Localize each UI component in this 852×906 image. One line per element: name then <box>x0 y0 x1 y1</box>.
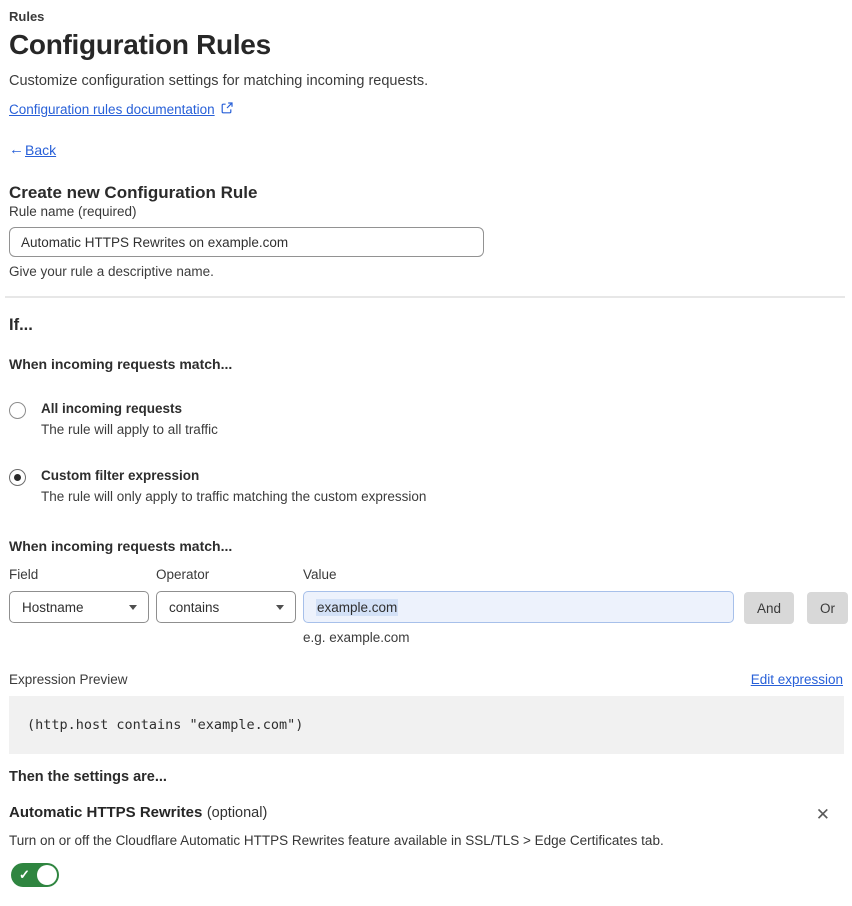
section-divider <box>5 296 845 298</box>
chevron-down-icon <box>129 604 137 610</box>
expression-builder-row: Field Hostname Operator contains Value e… <box>9 567 849 645</box>
field-select-value: Hostname <box>22 599 84 615</box>
breadcrumb: Rules <box>9 9 45 24</box>
radio-option-description: The rule will apply to all traffic <box>41 422 218 437</box>
documentation-link[interactable]: Configuration rules documentation <box>9 102 215 117</box>
toggle-knob <box>37 865 57 885</box>
rule-name-input[interactable] <box>9 227 484 257</box>
chevron-down-icon <box>276 604 284 610</box>
and-button[interactable]: And <box>744 592 795 624</box>
create-rule-heading: Create new Configuration Rule <box>9 183 258 202</box>
value-input[interactable]: example.com <box>303 591 734 623</box>
rule-name-help: Give your rule a descriptive name. <box>9 264 214 279</box>
rule-name-label: Rule name (required) <box>9 204 137 219</box>
radio-unselected-icon[interactable] <box>9 402 26 419</box>
then-settings-heading: Then the settings are... <box>9 769 167 785</box>
back-arrow-icon: ← <box>9 141 24 158</box>
radio-option-label: All incoming requests <box>41 401 183 416</box>
value-help: e.g. example.com <box>303 630 410 645</box>
or-button[interactable]: Or <box>807 592 849 624</box>
radio-option-label: Custom filter expression <box>41 468 200 483</box>
setting-name: Automatic HTTPS Rewrites <box>9 804 203 821</box>
radio-option-custom-filter-expression[interactable]: Custom filter expression The rule will o… <box>9 468 843 504</box>
expression-preview-code: (http.host contains "example.com") <box>9 696 844 754</box>
check-icon: ✓ <box>19 867 30 882</box>
radio-option-all-incoming-requests[interactable]: All incoming requests The rule will appl… <box>9 401 843 437</box>
operator-select-value: contains <box>169 599 220 615</box>
if-heading: If... <box>9 316 33 334</box>
automatic-https-rewrites-toggle[interactable]: ✓ <box>11 863 59 887</box>
radio-option-description: The rule will only apply to traffic matc… <box>41 489 427 504</box>
builder-heading: When incoming requests match... <box>9 538 233 554</box>
external-link-icon <box>221 102 233 117</box>
page-title: Configuration Rules <box>9 29 271 60</box>
page-subtitle: Customize configuration settings for mat… <box>9 73 429 89</box>
edit-expression-link[interactable]: Edit expression <box>751 672 843 687</box>
setting-optional-tag: (optional) <box>206 805 268 821</box>
close-icon[interactable]: ✕ <box>816 806 830 823</box>
operator-label: Operator <box>156 567 210 582</box>
operator-select[interactable]: contains <box>156 591 296 623</box>
expression-preview-label: Expression Preview <box>9 672 128 687</box>
back-link[interactable]: Back <box>25 142 56 158</box>
value-label: Value <box>303 567 337 582</box>
match-heading: When incoming requests match... <box>9 356 233 372</box>
setting-description: Turn on or off the Cloudflare Automatic … <box>9 833 664 848</box>
value-input-text: example.com <box>316 598 399 616</box>
field-select[interactable]: Hostname <box>9 591 149 623</box>
configuration-rules-page: Rules Configuration Rules Customize conf… <box>0 0 852 887</box>
radio-selected-icon[interactable] <box>9 469 26 486</box>
field-label: Field <box>9 567 39 582</box>
